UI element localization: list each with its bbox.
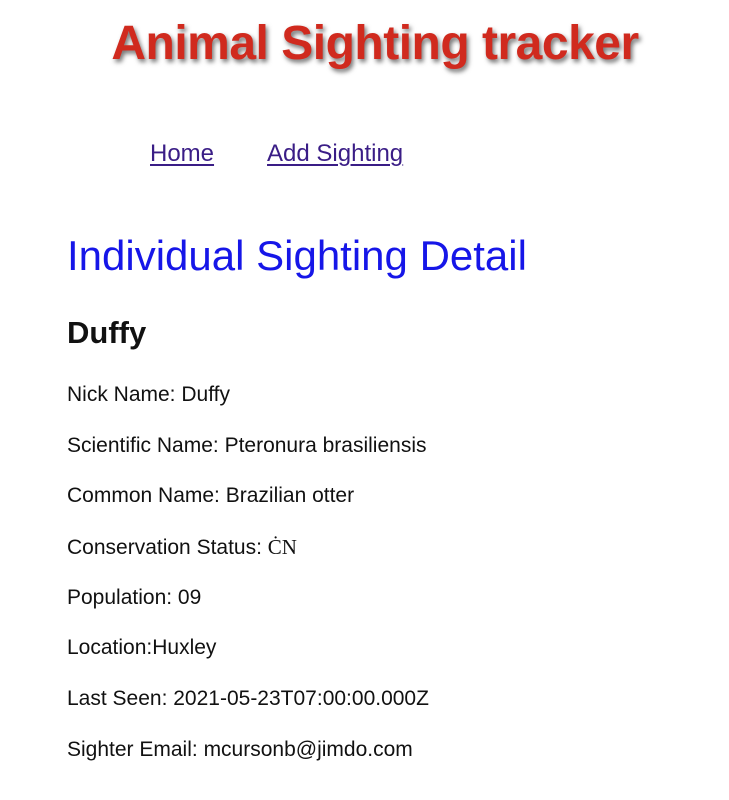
detail-label: Location: [67,636,153,660]
main-nav: Home Add Sighting [150,138,403,170]
detail-sighter-email: Sighter Email: mcursonb@jimdo.com [67,735,429,765]
detail-common-name: Common Name: Brazilian otter [67,481,429,511]
detail-label: Nick Name: [67,383,182,406]
detail-value: 09 [177,585,202,609]
detail-value: mcursonb@jimdo.com [203,737,413,761]
detail-value: ĊN [267,535,297,560]
detail-label: Conservation Status: [67,536,268,560]
detail-scientific-name: Scientific Name: Pteronura brasiliensis [67,431,429,461]
detail-value: Pteronura brasiliensis [224,433,427,457]
app-title: Animal Sighting tracker [111,17,639,70]
detail-label: Sighter Email: [67,737,204,761]
detail-conservation-status: Conservation Status: ĊN [67,532,429,562]
detail-value: 2021-05-23T07:00:00.000Z [173,687,429,711]
detail-location: Location:Huxley [67,633,429,663]
detail-value: Duffy [181,383,230,406]
detail-label: Population: [67,585,178,609]
sighting-details: Nick Name: Duffy Scientific Name: Pteron… [67,380,429,786]
nav-add-sighting-link[interactable]: Add Sighting [267,138,403,170]
detail-last-seen: Last Seen: 2021-05-23T07:00:00.000Z [67,684,429,714]
detail-label: Scientific Name: [67,433,225,457]
detail-value: Huxley [152,636,217,660]
detail-label: Common Name: [67,484,226,508]
detail-population: Population: 09 [67,583,429,613]
animal-name: Duffy [67,315,147,350]
nav-home-link[interactable]: Home [150,138,214,170]
detail-label: Last Seen: [67,687,174,711]
detail-value: Brazilian otter [225,484,355,508]
page-heading: Individual Sighting Detail [67,232,527,279]
detail-nick-name: Nick Name: Duffy [67,380,429,410]
